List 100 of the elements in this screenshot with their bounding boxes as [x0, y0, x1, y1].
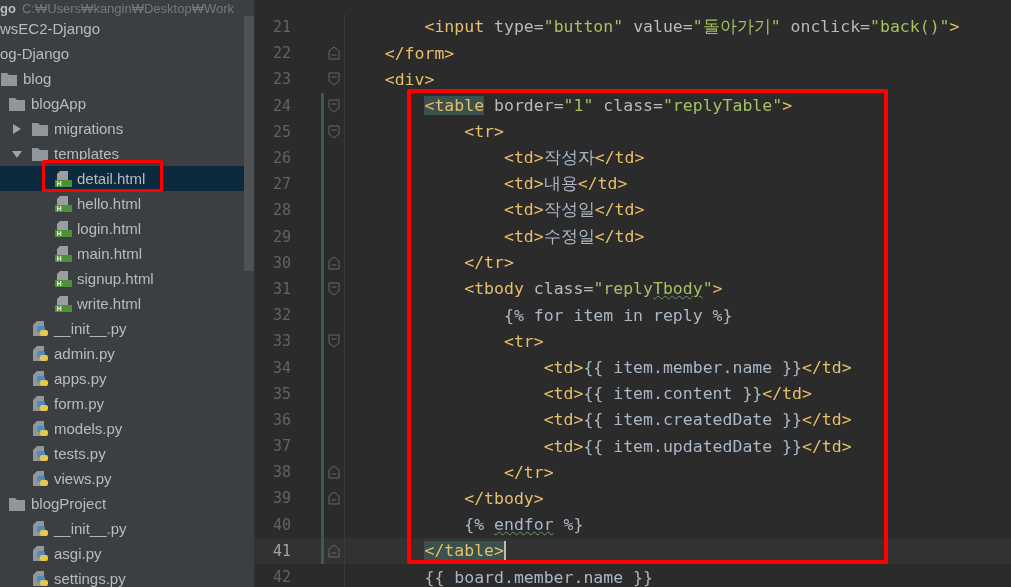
python-file-icon	[31, 344, 49, 363]
code-line: </tr>	[502, 462, 554, 482]
tree-item[interactable]: settings.py	[0, 566, 244, 587]
tree-item[interactable]: models.py	[0, 416, 244, 441]
file-name: views.py	[54, 470, 112, 487]
tree-item[interactable]: detail.html	[0, 166, 244, 191]
fold-icon[interactable]	[328, 333, 340, 350]
line-number: 27	[271, 175, 291, 194]
tree-item[interactable]: form.py	[0, 391, 244, 416]
fold-icon[interactable]	[328, 490, 340, 507]
html-file-icon	[54, 244, 72, 263]
tree-item[interactable]: blogProject	[0, 491, 244, 516]
code-line: <td>내용</td>	[502, 173, 628, 196]
line-number: 36	[271, 410, 291, 429]
code-line: </tr>	[463, 253, 514, 273]
code-line: </form>	[383, 43, 455, 63]
tree-item[interactable]: main.html	[0, 241, 244, 266]
folder-icon	[0, 70, 18, 87]
file-name: signup.html	[77, 270, 154, 287]
fold-icon[interactable]	[328, 254, 340, 271]
tree-item[interactable]: hello.html	[0, 191, 244, 216]
python-file-icon	[31, 544, 49, 563]
tree-item[interactable]: blogApp	[0, 91, 244, 116]
line-number: 32	[271, 306, 291, 325]
project-name: go	[0, 1, 16, 16]
file-name: migrations	[54, 120, 124, 137]
file-name: blog	[23, 70, 52, 87]
line-number: 41	[271, 541, 291, 560]
fold-icon[interactable]	[328, 97, 340, 114]
code-line: <td>수정일</td>	[502, 225, 645, 248]
scrollbar[interactable]	[244, 16, 254, 271]
folder-icon	[31, 145, 49, 162]
tree-item[interactable]: apps.py	[0, 366, 244, 391]
code-line: <tr>	[502, 331, 544, 351]
code-line: </tbody>	[463, 488, 544, 508]
file-name: models.py	[54, 420, 123, 437]
file-name: detail.html	[77, 170, 146, 187]
tree-item[interactable]: __init__.py	[0, 316, 244, 341]
line-number: 28	[271, 201, 291, 220]
tree-item[interactable]: login.html	[0, 216, 244, 241]
file-name: tests.py	[54, 445, 106, 462]
fold-icon[interactable]	[328, 542, 340, 559]
tree-item[interactable]: views.py	[0, 466, 244, 491]
file-name: __init__.py	[54, 320, 127, 337]
tree-item[interactable]: tests.py	[0, 441, 244, 466]
fold-icon[interactable]	[328, 464, 340, 481]
fold-icon[interactable]	[328, 123, 340, 140]
python-file-icon	[31, 319, 49, 338]
file-name: blogProject	[31, 495, 107, 512]
code-line: <table border="1" class="replyTable">	[423, 96, 793, 116]
line-number: 29	[271, 227, 291, 246]
fold-icon[interactable]	[328, 45, 340, 62]
html-file-icon	[54, 294, 72, 313]
html-file-icon	[54, 269, 72, 288]
line-number: 24	[271, 96, 291, 115]
code-line: <td>{{ item.createdDate }}</td>	[542, 410, 852, 430]
code-line: <td>작성자</td>	[502, 147, 645, 170]
line-number: 23	[271, 70, 291, 89]
python-file-icon	[31, 419, 49, 438]
project-path: C:₩Users₩kangin₩Desktop₩Work	[21, 1, 234, 16]
line-number: 30	[271, 253, 291, 272]
code-line: <input type="button" value="돌아가기" onclick="back()">	[423, 16, 960, 39]
code-line: {% for item in reply %}	[502, 305, 733, 325]
code-line: <td>{{ item.member.name }}</td>	[542, 358, 852, 378]
file-name: blogApp	[31, 95, 87, 112]
python-file-icon	[31, 519, 49, 538]
code-line: {% endfor %}	[463, 515, 584, 535]
file-name: main.html	[77, 245, 143, 262]
fold-icon[interactable]	[328, 280, 340, 297]
tree-item[interactable]: migrations	[0, 116, 244, 141]
tree-item[interactable]: __init__.py	[0, 516, 244, 541]
tree-item[interactable]: signup.html	[0, 266, 244, 291]
file-name: templates	[54, 145, 120, 162]
fold-icon[interactable]	[328, 71, 340, 88]
tree-item[interactable]: admin.py	[0, 341, 244, 366]
code-line: <tbody class="replyTbody">	[463, 279, 723, 299]
file-name: __init__.py	[54, 520, 127, 537]
line-number: 35	[271, 384, 291, 403]
file-name: login.html	[77, 220, 142, 237]
file-name: apps.py	[54, 370, 107, 387]
line-number: 42	[271, 568, 291, 587]
html-file-icon	[54, 194, 72, 213]
line-number: 37	[271, 437, 291, 456]
code-line: <td>{{ item.updatedDate }}</td>	[542, 436, 852, 456]
line-number: 39	[271, 489, 291, 508]
line-number: 33	[271, 332, 291, 351]
tree-item[interactable]: write.html	[0, 291, 244, 316]
tree-item[interactable]: wsEC2-Django	[0, 16, 244, 41]
file-name: write.html	[77, 295, 142, 312]
tree-item[interactable]: blog	[0, 66, 244, 91]
python-file-icon	[31, 469, 49, 488]
tree-item[interactable]: og-Django	[0, 41, 244, 66]
tree-item[interactable]: templates	[0, 141, 244, 166]
tree-item[interactable]: asgi.py	[0, 541, 244, 566]
code-line: <tr>	[463, 122, 504, 142]
folder-icon	[8, 495, 26, 512]
line-number: 40	[271, 515, 291, 534]
line-number: 38	[271, 463, 291, 482]
code-line: <div>	[383, 69, 435, 89]
code-line: {{ board.member.name }}	[423, 567, 653, 587]
